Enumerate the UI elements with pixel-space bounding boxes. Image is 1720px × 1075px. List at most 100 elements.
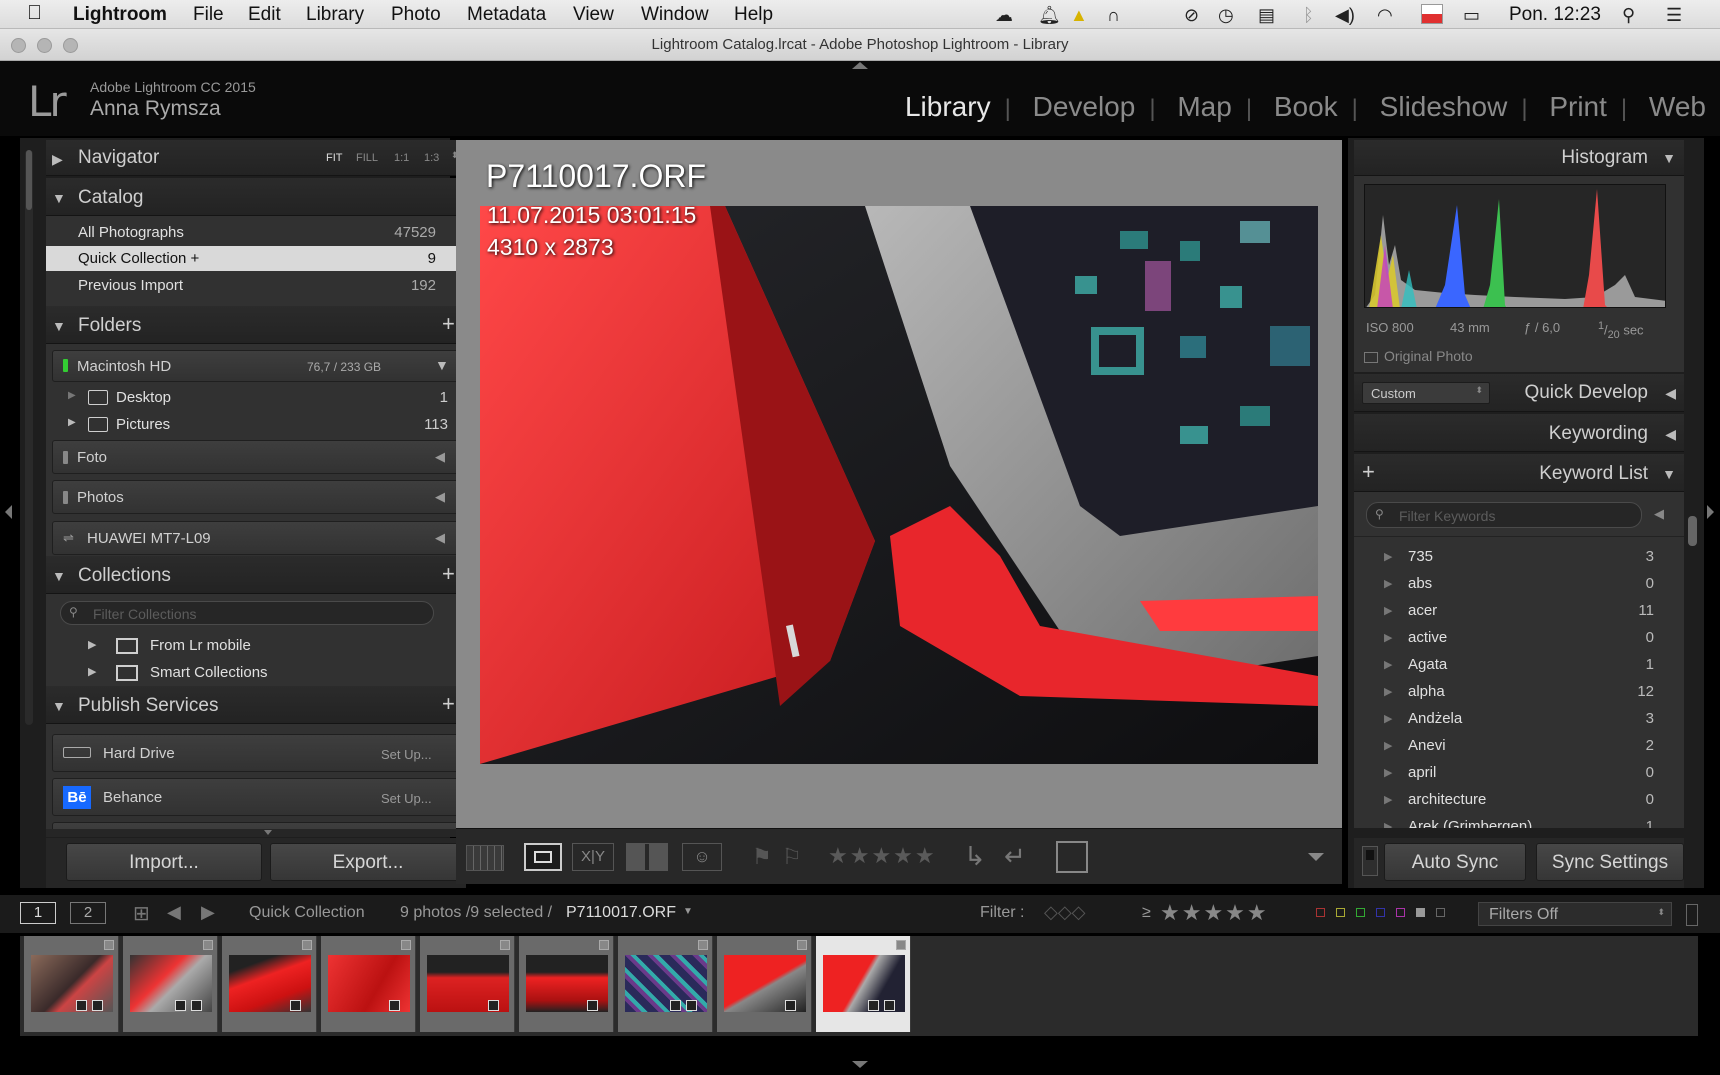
spotlight-search-icon[interactable]: ⚲ <box>1622 5 1635 26</box>
sync-icon[interactable]: ⊘ <box>1184 5 1199 26</box>
grid-view-icon[interactable]: ⊞ <box>133 901 150 926</box>
loupe-view-button[interactable] <box>524 843 562 871</box>
folder-desktop[interactable]: ▶ Desktop 1 <box>46 386 466 410</box>
folder-expand-icon[interactable]: ▶ <box>68 417 76 428</box>
menu-edit[interactable]: Edit <box>248 4 281 26</box>
volume-expand-icon[interactable]: ◀ <box>435 489 445 505</box>
keywording-expand-icon[interactable]: ◀ <box>1665 426 1676 443</box>
keyword-list-header[interactable]: + Keyword List ▼ <box>1354 454 1684 492</box>
photo-preview[interactable] <box>480 206 1318 764</box>
bluetooth-icon[interactable]: ᛒ <box>1303 5 1314 26</box>
bell-icon[interactable]: 🔔︎ <box>1038 5 1061 26</box>
color-filter-blue[interactable] <box>1376 908 1385 917</box>
collapse-left-panel-arrow-icon[interactable] <box>5 505 12 519</box>
histogram-graph[interactable] <box>1364 184 1666 308</box>
volume-huawei[interactable]: ⇌ HUAWEI MT7-L09 ◀ <box>52 521 459 555</box>
volume-macintosh-hd[interactable]: Macintosh HD 76,7 / 233 GB ▼ <box>52 350 459 382</box>
filmstrip-source[interactable]: Quick Collection <box>249 904 365 922</box>
volume-icon[interactable]: ◀) <box>1335 5 1355 26</box>
toolbar-options-icon[interactable] <box>1308 853 1324 861</box>
left-panel-scroll-thumb[interactable] <box>26 150 32 210</box>
filter-keywords-input[interactable]: ⚲ Filter Keywords <box>1366 502 1642 528</box>
color-filter-red[interactable] <box>1316 908 1325 917</box>
keyword-expand-icon[interactable]: ▶ <box>1384 793 1392 806</box>
color-label-filter[interactable] <box>1316 908 1446 920</box>
publish-setup-link[interactable]: Set Up... <box>381 791 432 806</box>
keyword-expand-icon[interactable]: ▶ <box>1384 712 1392 725</box>
publish-collapse-icon[interactable]: ▼ <box>52 698 66 714</box>
publish-hard-drive[interactable]: Hard Drive Set Up... <box>52 734 459 772</box>
collapse-filmstrip-arrow-icon[interactable] <box>852 1061 868 1068</box>
right-panel-scroll-thumb[interactable] <box>1688 516 1697 546</box>
filmstrip-current-file[interactable]: P7110017.ORF <box>566 904 676 922</box>
color-filter-purple[interactable] <box>1396 908 1405 917</box>
catalog-collapse-icon[interactable]: ▼ <box>52 190 66 206</box>
right-panel-scrollbar[interactable] <box>1688 376 1698 828</box>
zoom-fill[interactable]: FILL <box>356 152 378 164</box>
original-photo-checkbox[interactable] <box>1364 351 1378 363</box>
folders-collapse-icon[interactable]: ▼ <box>52 318 66 334</box>
filmstrip-thumb[interactable] <box>618 936 713 1032</box>
input-source-flag-icon[interactable] <box>1421 4 1443 24</box>
publish-setup-link[interactable]: Set Up... <box>381 747 432 762</box>
keyword-filter-arrow-icon[interactable]: ◀ <box>1654 506 1664 522</box>
volume-expand-icon[interactable]: ◀ <box>435 530 445 546</box>
catalog-item-all-photographs[interactable]: All Photographs 47529 <box>46 220 466 245</box>
publish-service-partial[interactable] <box>52 822 459 829</box>
folders-header[interactable]: ▼ Folders + <box>46 306 466 344</box>
filmstrip-thumb[interactable] <box>717 936 812 1032</box>
add-publish-service-icon[interactable]: + <box>442 691 455 717</box>
rotate-right-icon[interactable]: ↵ <box>1004 841 1026 872</box>
filmstrip-menu-arrow-icon[interactable]: ▼ <box>683 906 693 917</box>
keyword-expand-icon[interactable]: ▶ <box>1384 550 1392 563</box>
collapse-top-panel-arrow-icon[interactable] <box>852 62 868 69</box>
warning-icon[interactable]: ▲ <box>1070 5 1088 26</box>
filmstrip-thumb[interactable] <box>519 936 614 1032</box>
auto-sync-button[interactable]: Auto Sync <box>1384 843 1526 881</box>
zoom-window-button[interactable] <box>63 38 78 53</box>
collections-header[interactable]: ▼ Collections + <box>46 556 466 594</box>
filter-lock-icon[interactable] <box>1686 904 1698 926</box>
collection-expand-icon[interactable]: ▶ <box>88 665 96 678</box>
zoom-fit[interactable]: FIT <box>326 152 343 164</box>
flag-reject-icon[interactable]: ⚐ <box>782 844 802 870</box>
menu-app-name[interactable]: Lightroom <box>73 4 167 26</box>
keyword-expand-icon[interactable]: ▶ <box>1384 631 1392 644</box>
collection-expand-icon[interactable]: ▶ <box>88 638 96 651</box>
quick-develop-expand-icon[interactable]: ◀ <box>1665 385 1676 402</box>
color-filter-none[interactable] <box>1436 908 1445 917</box>
module-map[interactable]: Map <box>1177 91 1231 123</box>
scroll-down-icon[interactable] <box>264 830 272 835</box>
publish-services-header[interactable]: ▼ Publish Services + <box>46 686 466 724</box>
menu-help[interactable]: Help <box>734 4 773 26</box>
navigator-header[interactable]: ▶ Navigator FIT FILL 1:1 1:3 ⬍ <box>46 140 466 176</box>
folder-expand-icon[interactable]: ▶ <box>68 390 76 401</box>
quick-develop-preset-select[interactable]: Custom ⬍ <box>1362 382 1490 404</box>
histogram-collapse-icon[interactable]: ▼ <box>1662 150 1676 166</box>
keyword-expand-icon[interactable]: ▶ <box>1384 577 1392 590</box>
wifi-icon[interactable]: ◠ <box>1377 5 1393 26</box>
original-photo-toggle[interactable]: Original Photo <box>1364 348 1473 364</box>
catalog-item-quick-collection[interactable]: Quick Collection + 9 <box>46 246 466 271</box>
folder-pictures[interactable]: ▶ Pictures 113 <box>46 413 466 437</box>
collapse-right-panel-arrow-icon[interactable] <box>1707 505 1714 519</box>
volume-expand-icon[interactable]: ◀ <box>435 449 445 465</box>
apple-icon[interactable]:  <box>27 2 42 25</box>
keyword-expand-icon[interactable]: ▶ <box>1384 604 1392 617</box>
add-keyword-icon[interactable]: + <box>1362 459 1375 485</box>
people-view-icon[interactable]: ☺ <box>682 843 722 871</box>
rotate-left-icon[interactable]: ↳ <box>964 841 986 872</box>
menubar-clock[interactable]: Pon. 12:23 <box>1509 4 1601 26</box>
keyword-expand-icon[interactable]: ▶ <box>1384 685 1392 698</box>
back-arrow-icon[interactable]: ◀ <box>167 902 181 923</box>
flag-filter-icon[interactable]: ◇◇◇ <box>1044 902 1086 923</box>
battery-icon[interactable]: ▭ <box>1463 5 1480 26</box>
filter-preset-select[interactable]: Filters Off ⬍ <box>1478 902 1672 926</box>
filmstrip-thumb[interactable] <box>222 936 317 1032</box>
menu-window[interactable]: Window <box>641 4 709 26</box>
filmstrip-thumb[interactable] <box>420 936 515 1032</box>
keyword-expand-icon[interactable]: ▶ <box>1384 820 1392 828</box>
menu-file[interactable]: File <box>193 4 224 26</box>
star-rating[interactable]: ★★★★★ <box>828 843 937 869</box>
survey-view-icon[interactable] <box>626 843 668 871</box>
